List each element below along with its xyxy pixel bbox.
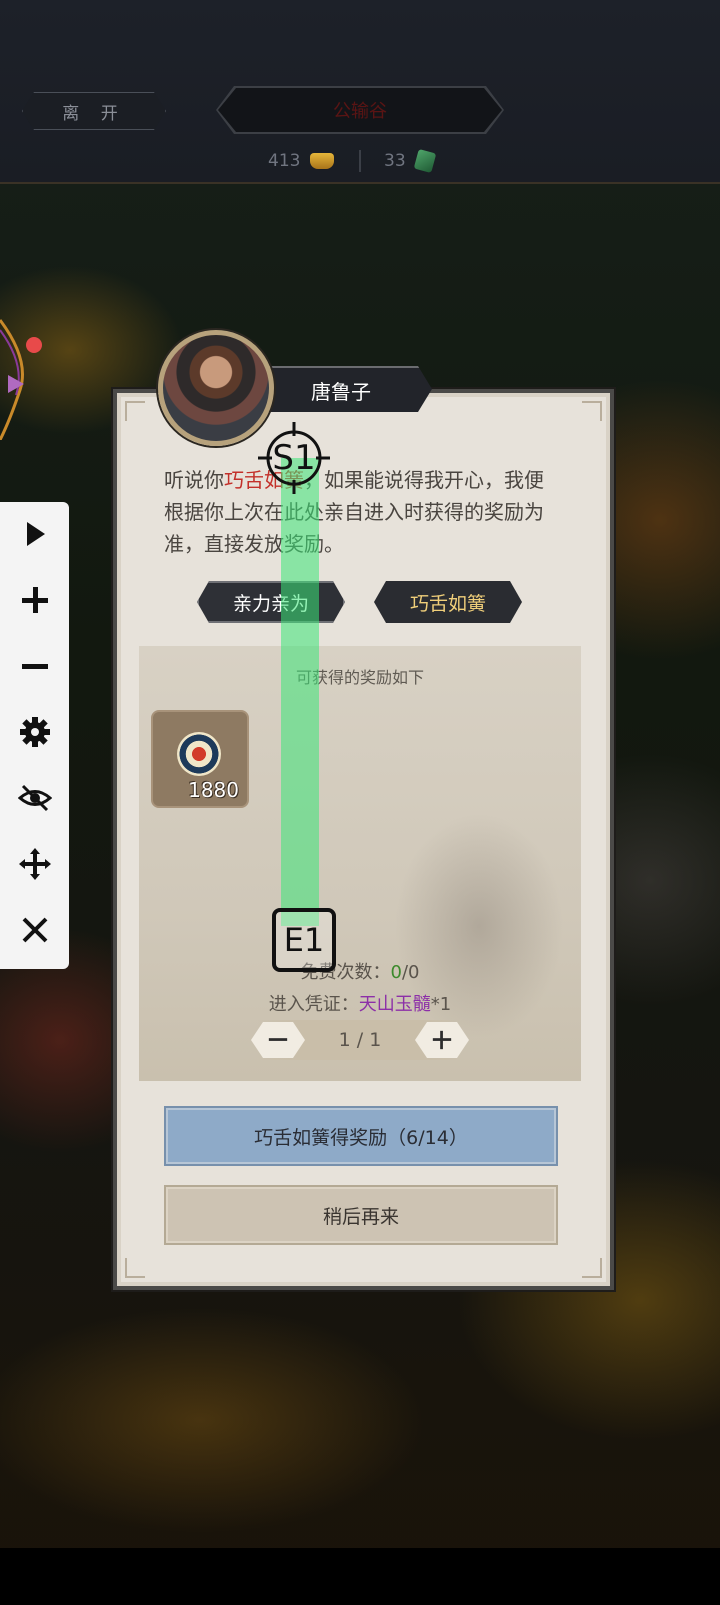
minus-icon <box>21 664 48 669</box>
location-title: 公输谷 <box>218 88 502 132</box>
jade-ticket-icon <box>413 149 436 173</box>
archery-target-icon <box>177 732 221 776</box>
entry-ticket-name: 天山玉髓 <box>358 994 431 1015</box>
swipe-end-marker: E1 <box>272 908 336 972</box>
gold-ingot-icon <box>310 153 335 169</box>
free-attempts-total: /0 <box>401 962 420 983</box>
frame-corner <box>582 401 602 421</box>
hide-button[interactable] <box>0 766 69 830</box>
play-icon <box>26 522 45 546</box>
top-header: 离 开 公输谷 413 33 <box>0 0 720 184</box>
eye-off-icon <box>17 784 52 812</box>
close-icon <box>22 917 47 943</box>
settings-button[interactable] <box>0 700 69 764</box>
start-marker-label: S1 <box>272 438 316 478</box>
map-edge-indicator[interactable] <box>0 300 50 440</box>
move-icon <box>18 848 51 880</box>
jade-counter: 33 <box>384 148 436 174</box>
frame-corner <box>125 401 145 421</box>
frame-corner <box>125 1258 145 1278</box>
free-attempts: 免费次数：0/0 <box>139 958 581 984</box>
reward-item-count: 1880 <box>188 778 239 802</box>
choice-diligent-button[interactable]: 亲力亲为 <box>197 581 345 623</box>
claim-reward-button[interactable]: 巧舌如簧得奖励（6/14） <box>166 1108 556 1164</box>
entry-ticket-label: 进入凭证： <box>268 994 359 1015</box>
free-attempts-used: 0 <box>390 962 402 983</box>
reward-panel: 可获得的奖励如下 1880 免费次数：0/0 进入凭证：天山玉髓*1 1 / 1 <box>139 646 581 1081</box>
zoom-out-button[interactable] <box>0 634 69 698</box>
plus-icon <box>21 587 48 613</box>
plus-icon <box>431 1029 453 1051</box>
leave-button[interactable]: 离 开 <box>22 92 166 130</box>
move-button[interactable] <box>0 832 69 896</box>
gold-amount: 413 <box>268 151 301 171</box>
dialog-text: 听说你巧舌如簧，如果能说得我开心，我便根据你上次在此处亲自进入时获得的奖励为准，… <box>164 464 550 560</box>
zoom-in-button[interactable] <box>0 568 69 632</box>
dialog-text-start: 听说你 <box>164 468 224 492</box>
minus-icon <box>267 1029 289 1051</box>
play-button[interactable] <box>0 502 69 566</box>
bottom-black-bar <box>0 1548 720 1605</box>
entry-ticket: 进入凭证：天山玉髓*1 <box>139 990 581 1016</box>
swipe-start-marker: S1 <box>256 420 332 496</box>
reward-title: 可获得的奖励如下 <box>295 668 424 687</box>
jade-amount: 33 <box>384 151 406 171</box>
entry-ticket-qty: *1 <box>430 994 452 1015</box>
game-scene: 离 开 公输谷 413 33 唐鲁子 听说你巧舌如簧，如果能说得我开心，我便根据… <box>0 0 720 1605</box>
gear-icon <box>19 717 50 747</box>
frame-corner <box>582 1258 602 1278</box>
choice-eloquent-button[interactable]: 巧舌如簧 <box>374 581 522 623</box>
reward-item-slot[interactable]: 1880 <box>151 710 249 808</box>
close-button[interactable] <box>0 898 69 962</box>
currency-divider <box>359 150 361 172</box>
npc-name: 唐鲁子 <box>250 366 432 412</box>
side-toolbar <box>0 502 69 969</box>
gold-counter: 413 <box>268 148 335 174</box>
come-back-later-button[interactable]: 稍后再来 <box>166 1187 556 1243</box>
swipe-path-overlay <box>281 458 319 926</box>
